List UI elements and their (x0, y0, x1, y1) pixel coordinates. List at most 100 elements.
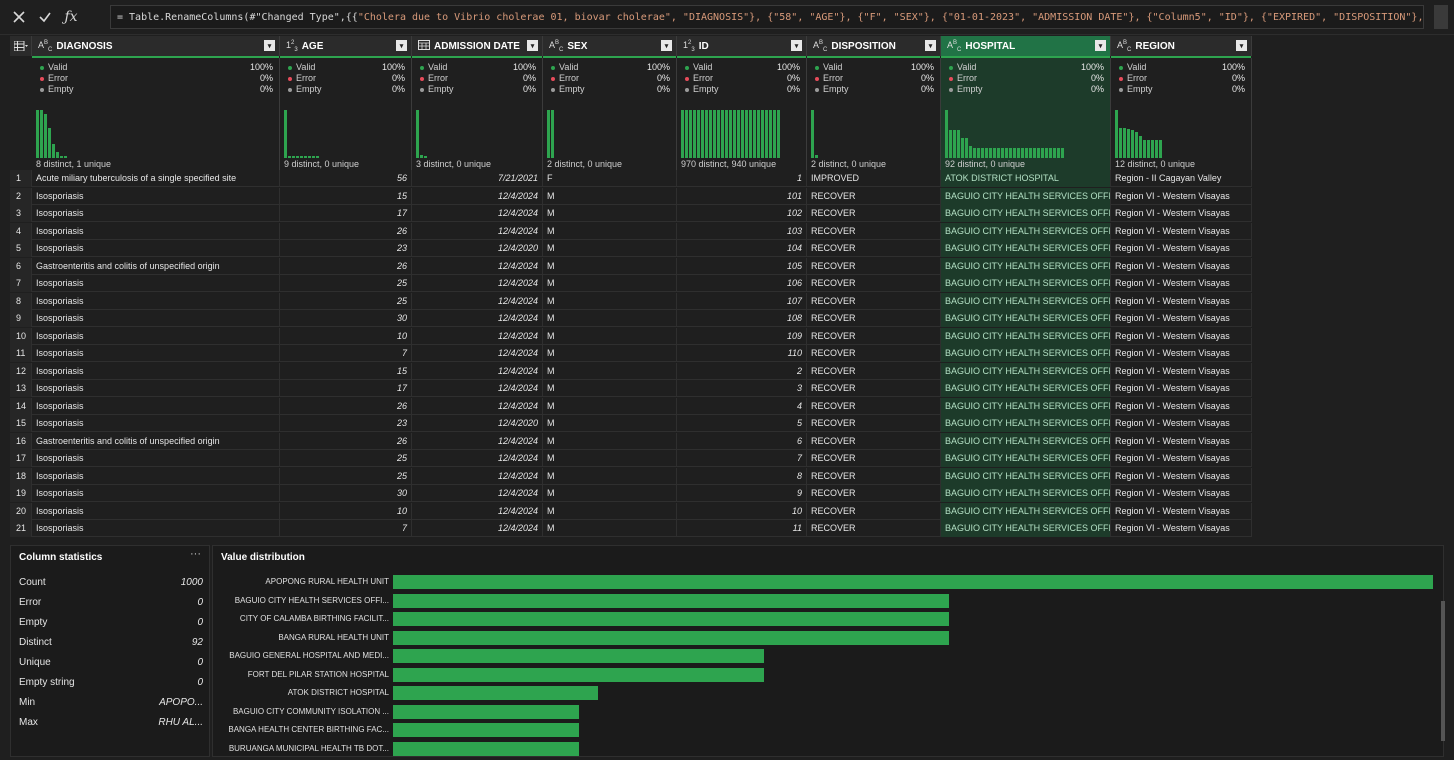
table-cell[interactable]: RECOVER (807, 327, 941, 345)
distribution-bar[interactable] (393, 593, 950, 608)
chevron-down-icon[interactable]: ▾ (661, 40, 672, 51)
distribution-bar[interactable] (393, 667, 765, 682)
table-cell[interactable]: BAGUIO CITY HEALTH SERVICES OFFICE (941, 222, 1111, 240)
table-cell[interactable]: M (543, 362, 677, 380)
table-cell[interactable]: BAGUIO CITY HEALTH SERVICES OFFICE (941, 292, 1111, 310)
table-cell[interactable]: BAGUIO CITY HEALTH SERVICES OFFICE (941, 502, 1111, 520)
table-cell[interactable]: 12/4/2024 (412, 205, 543, 222)
table-cell[interactable]: M (543, 222, 677, 240)
commit-check-icon[interactable] (34, 6, 56, 28)
distribution-bar[interactable] (393, 630, 950, 645)
column-header-region[interactable]: ABC REGION ▾ (1111, 36, 1252, 56)
column-header-hospital[interactable]: ABC HOSPITAL ▾ (941, 36, 1111, 56)
table-cell[interactable]: Region VI - Western Visayas (1111, 432, 1252, 450)
table-cell[interactable]: IMPROVED (807, 170, 941, 187)
table-cell[interactable]: BAGUIO CITY HEALTH SERVICES OFFICE (941, 345, 1111, 362)
table-cell[interactable]: RECOVER (807, 310, 941, 327)
table-cell[interactable]: Region VI - Western Visayas (1111, 327, 1252, 345)
table-cell[interactable]: Region VI - Western Visayas (1111, 502, 1252, 520)
table-cell[interactable]: 106 (677, 275, 807, 292)
table-cell[interactable]: Isosporiasis (32, 362, 280, 380)
table-cell[interactable]: RECOVER (807, 397, 941, 415)
table-cell[interactable]: 103 (677, 222, 807, 240)
table-cell[interactable]: RECOVER (807, 485, 941, 502)
table-cell[interactable]: M (543, 187, 677, 205)
table-cell[interactable]: BAGUIO CITY HEALTH SERVICES OFFICE (941, 362, 1111, 380)
table-cell[interactable]: 3 (677, 380, 807, 397)
table-cell[interactable]: Region VI - Western Visayas (1111, 310, 1252, 327)
table-cell[interactable]: 12/4/2024 (412, 292, 543, 310)
table-cell[interactable]: BAGUIO CITY HEALTH SERVICES OFFICE (941, 432, 1111, 450)
table-cell[interactable]: Region VI - Western Visayas (1111, 380, 1252, 397)
table-cell[interactable]: Isosporiasis (32, 310, 280, 327)
table-cell[interactable]: Region VI - Western Visayas (1111, 450, 1252, 467)
table-cell[interactable]: Isosporiasis (32, 187, 280, 205)
table-cell[interactable]: Region VI - Western Visayas (1111, 292, 1252, 310)
table-cell[interactable]: Region VI - Western Visayas (1111, 187, 1252, 205)
table-cell[interactable]: 12/4/2024 (412, 485, 543, 502)
table-cell[interactable]: RECOVER (807, 362, 941, 380)
table-cell[interactable]: M (543, 520, 677, 537)
table-cell[interactable]: Region VI - Western Visayas (1111, 275, 1252, 292)
table-cell[interactable]: 105 (677, 257, 807, 275)
table-cell[interactable]: 110 (677, 345, 807, 362)
table-cell[interactable]: RECOVER (807, 415, 941, 432)
table-cell[interactable]: 108 (677, 310, 807, 327)
table-cell[interactable]: 7 (280, 345, 412, 362)
table-cell[interactable]: 23 (280, 415, 412, 432)
table-cell[interactable]: 10 (280, 502, 412, 520)
column-header-admission-date[interactable]: ADMISSION DATE ▾ (412, 36, 543, 56)
table-cell[interactable]: BAGUIO CITY HEALTH SERVICES OFFICE (941, 257, 1111, 275)
table-cell[interactable]: 101 (677, 187, 807, 205)
table-cell[interactable]: 6 (677, 432, 807, 450)
chevron-down-icon[interactable]: ▾ (527, 40, 538, 51)
table-cell[interactable]: Isosporiasis (32, 467, 280, 485)
table-cell[interactable]: M (543, 310, 677, 327)
table-cell[interactable]: RECOVER (807, 222, 941, 240)
chevron-down-icon[interactable]: ▾ (264, 40, 275, 51)
chevron-down-icon[interactable]: ▾ (1095, 40, 1106, 51)
table-cell[interactable]: M (543, 432, 677, 450)
table-cell[interactable]: RECOVER (807, 450, 941, 467)
table-cell[interactable]: Isosporiasis (32, 502, 280, 520)
table-cell[interactable]: M (543, 380, 677, 397)
chevron-down-icon[interactable]: ▾ (396, 40, 407, 51)
table-cell[interactable]: Isosporiasis (32, 380, 280, 397)
table-cell[interactable]: 30 (280, 310, 412, 327)
table-cell[interactable]: BAGUIO CITY HEALTH SERVICES OFFICE (941, 240, 1111, 257)
table-cell[interactable]: Isosporiasis (32, 520, 280, 537)
table-cell[interactable]: RECOVER (807, 257, 941, 275)
formula-input[interactable]: = Table.RenameColumns(#"Changed Type",{{… (110, 5, 1424, 29)
table-cell[interactable]: M (543, 450, 677, 467)
table-cell[interactable]: Isosporiasis (32, 222, 280, 240)
formula-scrollbar[interactable] (1434, 5, 1448, 29)
table-cell[interactable]: Region - II Cagayan Valley (1111, 170, 1252, 187)
table-cell[interactable]: 102 (677, 205, 807, 222)
table-cell[interactable]: 9 (677, 485, 807, 502)
table-cell[interactable]: 12/4/2024 (412, 257, 543, 275)
table-cell[interactable]: 15 (280, 362, 412, 380)
table-cell[interactable]: Isosporiasis (32, 345, 280, 362)
table-cell[interactable]: BAGUIO CITY HEALTH SERVICES OFFICE (941, 520, 1111, 537)
table-cell[interactable]: RECOVER (807, 292, 941, 310)
table-cell[interactable]: M (543, 485, 677, 502)
table-cell[interactable]: 12/4/2024 (412, 345, 543, 362)
date-type-icon[interactable] (418, 40, 430, 52)
table-cell[interactable]: 10 (280, 327, 412, 345)
table-cell[interactable]: RECOVER (807, 432, 941, 450)
table-cell[interactable]: M (543, 257, 677, 275)
table-cell[interactable]: BAGUIO CITY HEALTH SERVICES OFFICE (941, 275, 1111, 292)
table-cell[interactable]: Region VI - Western Visayas (1111, 467, 1252, 485)
text-type-icon[interactable]: ABC (549, 40, 563, 53)
table-cell[interactable]: Gastroenteritis and colitis of unspecifi… (32, 432, 280, 450)
table-cell[interactable]: M (543, 415, 677, 432)
table-cell[interactable]: BAGUIO CITY HEALTH SERVICES OFFICE (941, 310, 1111, 327)
distribution-bar[interactable] (393, 686, 598, 700)
table-cell[interactable]: 26 (280, 257, 412, 275)
table-cell[interactable]: Isosporiasis (32, 485, 280, 502)
column-header-disposition[interactable]: ABC DISPOSITION ▾ (807, 36, 941, 56)
table-cell[interactable]: M (543, 292, 677, 310)
table-cell[interactable]: Region VI - Western Visayas (1111, 397, 1252, 415)
table-cell[interactable]: RECOVER (807, 275, 941, 292)
table-cell[interactable]: Region VI - Western Visayas (1111, 345, 1252, 362)
